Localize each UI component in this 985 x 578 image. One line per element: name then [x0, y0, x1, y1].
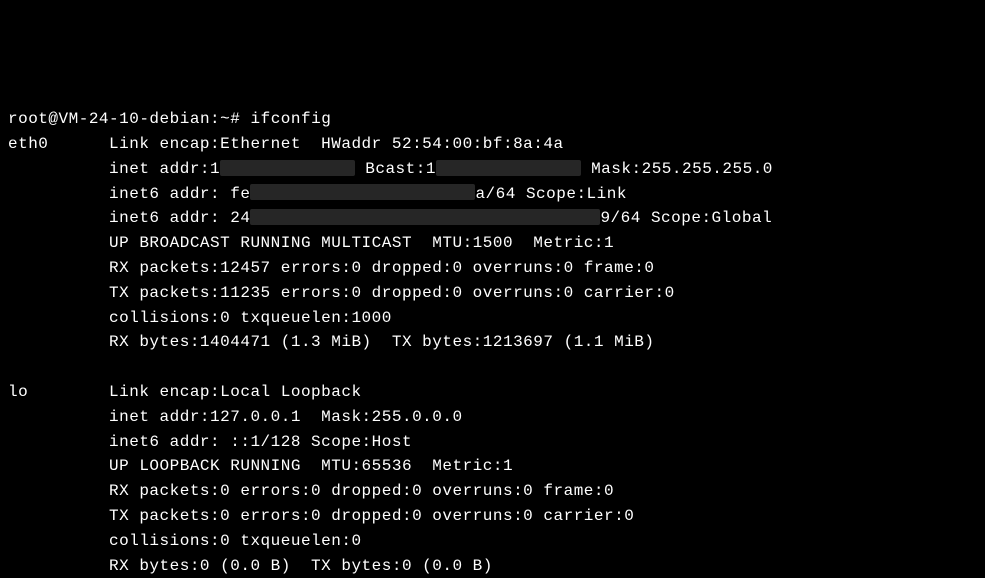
- prompt-cwd: ~: [220, 110, 230, 128]
- eth0-inet6a-pre: inet6 addr: fe: [109, 185, 250, 203]
- eth0-link: Link encap:Ethernet HWaddr 52:54:00:bf:8…: [109, 135, 564, 153]
- lo-inet: inet addr:127.0.0.1 Mask:255.0.0.0: [109, 408, 463, 426]
- eth0-inet-pre: inet addr:1: [109, 160, 220, 178]
- command-input[interactable]: ifconfig: [250, 110, 331, 128]
- eth0-flags: UP BROADCAST RUNNING MULTICAST MTU:1500 …: [109, 234, 614, 252]
- lo-flags: UP LOOPBACK RUNNING MTU:65536 Metric:1: [109, 457, 513, 475]
- eth0-inet6a-post: a/64 Scope:Link: [475, 185, 627, 203]
- lo-rx: RX packets:0 errors:0 dropped:0 overruns…: [109, 482, 614, 500]
- redacted-block: [250, 184, 475, 200]
- eth0-inet6b-post: 9/64 Scope:Global: [600, 209, 772, 227]
- iface-lo-name: lo: [8, 383, 28, 401]
- redacted-block: [436, 160, 581, 176]
- eth0-bcast-pre: Bcast:1: [365, 160, 436, 178]
- prompt-user: root: [8, 110, 48, 128]
- eth0-mask: Mask:255.255.255.0: [591, 160, 773, 178]
- redacted-block: [250, 209, 600, 225]
- iface-eth0-name: eth0: [8, 135, 48, 153]
- prompt-symbol: #: [230, 110, 240, 128]
- lo-inet6: inet6 addr: ::1/128 Scope:Host: [109, 433, 412, 451]
- lo-coll: collisions:0 txqueuelen:0: [109, 532, 362, 550]
- eth0-bytes: RX bytes:1404471 (1.3 MiB) TX bytes:1213…: [109, 333, 654, 351]
- lo-link: Link encap:Local Loopback: [109, 383, 362, 401]
- prompt-host: VM-24-10-debian: [59, 110, 211, 128]
- eth0-inet6b-pre: inet6 addr: 24: [109, 209, 250, 227]
- lo-tx: TX packets:0 errors:0 dropped:0 overruns…: [109, 507, 634, 525]
- redacted-block: [220, 160, 355, 176]
- lo-bytes: RX bytes:0 (0.0 B) TX bytes:0 (0.0 B): [109, 557, 493, 575]
- eth0-rx: RX packets:12457 errors:0 dropped:0 over…: [109, 259, 654, 277]
- eth0-tx: TX packets:11235 errors:0 dropped:0 over…: [109, 284, 675, 302]
- eth0-coll: collisions:0 txqueuelen:1000: [109, 309, 392, 327]
